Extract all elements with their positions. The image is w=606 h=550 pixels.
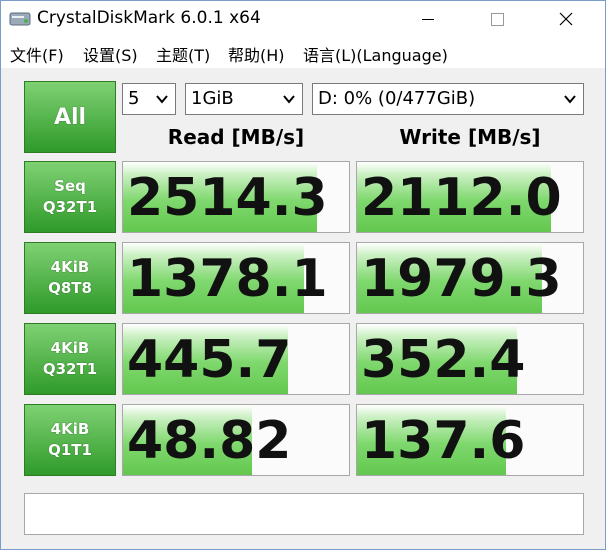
menu-theme[interactable]: 主题(T) xyxy=(156,42,210,66)
test-button-4kib-q1t1[interactable]: 4KiB Q1T1 xyxy=(24,404,116,476)
window-title: CrystalDiskMark 6.0.1 x64 xyxy=(37,8,261,28)
menu-language[interactable]: 语言(L)(Language) xyxy=(303,42,448,66)
title-bar: CrystalDiskMark 6.0.1 x64 xyxy=(1,1,605,38)
chevron-down-icon xyxy=(283,95,295,104)
test-count-select[interactable]: 5 xyxy=(122,83,176,115)
test-size-value: 1GiB xyxy=(191,88,234,109)
test-label-line1: Seq xyxy=(54,177,86,195)
read-score: 445.7 xyxy=(127,330,292,390)
menu-help[interactable]: 帮助(H) xyxy=(228,42,285,66)
test-count-value: 5 xyxy=(128,88,140,109)
test-label-line1: 4KiB xyxy=(50,420,90,438)
result-cell-write: 1979.3 xyxy=(356,242,584,314)
close-icon[interactable] xyxy=(543,1,589,38)
test-button-4kib-q32t1[interactable]: 4KiB Q32T1 xyxy=(24,323,116,395)
write-score: 2112.0 xyxy=(361,168,562,228)
test-button-seq-q32t1[interactable]: Seq Q32T1 xyxy=(24,161,116,233)
drive-select[interactable]: D: 0% (0/477GiB) xyxy=(312,83,584,115)
result-cell-read: 2514.3 xyxy=(122,161,350,233)
read-score: 2514.3 xyxy=(127,168,328,228)
disk-app-icon xyxy=(9,12,31,26)
result-cell-write: 352.4 xyxy=(356,323,584,395)
menu-bar: 文件(F) 设置(S) 主题(T) 帮助(H) 语言(L)(Language) xyxy=(1,38,605,68)
maximize-icon[interactable] xyxy=(474,1,520,38)
chevron-down-icon xyxy=(156,95,168,104)
test-label-line2: Q1T1 xyxy=(48,441,92,459)
test-size-select[interactable]: 1GiB xyxy=(185,83,303,115)
minimize-icon[interactable] xyxy=(405,1,451,38)
result-cell-read: 48.82 xyxy=(122,404,350,476)
read-score: 1378.1 xyxy=(127,249,328,309)
menu-file[interactable]: 文件(F) xyxy=(10,42,64,66)
result-cell-read: 445.7 xyxy=(122,323,350,395)
test-label-line1: 4KiB xyxy=(50,258,90,276)
test-label-line2: Q32T1 xyxy=(42,360,98,378)
result-cell-read: 1378.1 xyxy=(122,242,350,314)
write-score: 352.4 xyxy=(361,330,526,390)
chevron-down-icon xyxy=(564,95,576,104)
comment-input[interactable] xyxy=(24,493,584,535)
test-label-line2: Q32T1 xyxy=(42,198,98,216)
run-all-button[interactable]: All xyxy=(24,81,116,153)
menu-settings[interactable]: 设置(S) xyxy=(83,42,138,66)
write-score: 137.6 xyxy=(361,411,526,471)
result-cell-write: 2112.0 xyxy=(356,161,584,233)
read-score: 48.82 xyxy=(127,411,292,471)
app-window: CrystalDiskMark 6.0.1 x64 文件(F) 设置(S) 主题… xyxy=(0,0,606,550)
test-label-line2: Q8T8 xyxy=(48,279,92,297)
write-column-header: Write [MB/s] xyxy=(399,125,541,149)
result-cell-write: 137.6 xyxy=(356,404,584,476)
drive-value: D: 0% (0/477GiB) xyxy=(318,88,476,109)
write-score: 1979.3 xyxy=(361,249,562,309)
read-column-header: Read [MB/s] xyxy=(167,125,305,149)
test-button-4kib-q8t8[interactable]: 4KiB Q8T8 xyxy=(24,242,116,314)
test-label-line1: 4KiB xyxy=(50,339,90,357)
